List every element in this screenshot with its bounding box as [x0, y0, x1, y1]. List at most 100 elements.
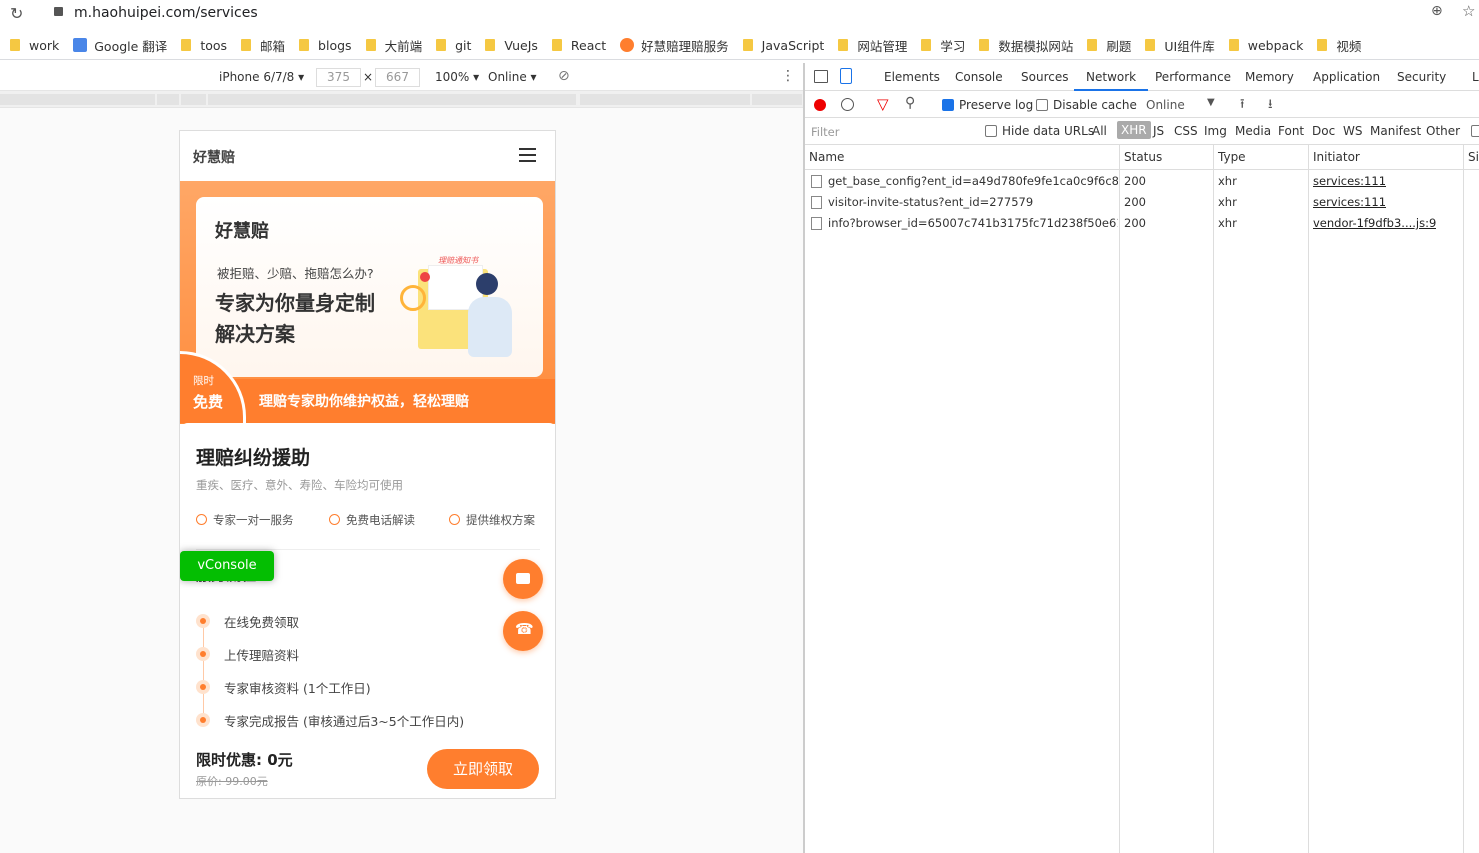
times-label: ×: [363, 70, 374, 84]
throttle-select[interactable]: Online ▾: [488, 70, 537, 84]
bookmark-item[interactable]: React: [551, 38, 606, 53]
height-input[interactable]: 667: [375, 68, 420, 87]
preserve-log-checkbox[interactable]: Preserve log: [942, 98, 1033, 112]
col-header-initiator[interactable]: Initiator: [1313, 145, 1360, 169]
step-dot: [196, 713, 210, 727]
bookmark-item[interactable]: 网站管理: [838, 36, 907, 55]
bookmark-item[interactable]: 好慧赔理赔服务: [620, 36, 729, 55]
type-filter-doc[interactable]: Doc: [1312, 124, 1335, 138]
type-filter-media[interactable]: Media: [1235, 124, 1271, 138]
checkbox-icon[interactable]: [1471, 125, 1479, 137]
folder-icon: [299, 39, 310, 51]
clear-icon[interactable]: [841, 98, 854, 111]
bookmark-item[interactable]: 学习: [921, 36, 965, 55]
table-row[interactable]: get_base_config?ent_id=a49d780fe9fe1ca0c…: [805, 171, 1479, 192]
tab-network[interactable]: Network: [1074, 63, 1149, 91]
tab-console[interactable]: Console: [955, 63, 1003, 91]
export-icon[interactable]: ⭳: [1268, 95, 1273, 117]
tab-elements[interactable]: Elements: [884, 63, 940, 91]
bookmark-item[interactable]: JavaScript: [742, 38, 824, 53]
search-icon[interactable]: ⚲: [905, 95, 915, 111]
inspect-icon[interactable]: [814, 70, 828, 83]
disable-cache-checkbox[interactable]: Disable cache: [1036, 98, 1137, 112]
type-filter-js[interactable]: JS: [1153, 124, 1164, 138]
bookmark-item[interactable]: Google 翻译: [73, 36, 167, 55]
star-icon[interactable]: ☆: [1462, 2, 1475, 20]
filter-icon[interactable]: ▽: [877, 95, 889, 113]
ruler-segment[interactable]: [208, 94, 576, 105]
table-row[interactable]: info?browser_id=65007c741b3175fc71d238f5…: [805, 213, 1479, 234]
vconsole-button[interactable]: vConsole: [180, 551, 274, 581]
throttle-dropdown[interactable]: Online: [1146, 98, 1185, 112]
col-header-type[interactable]: Type: [1218, 145, 1246, 169]
col-header-name[interactable]: Name: [809, 145, 844, 169]
type-filter-all[interactable]: All: [1092, 124, 1107, 138]
bookmark-item[interactable]: blogs: [299, 38, 352, 53]
process-step: 专家审核资料 (1个工作日): [196, 678, 371, 697]
bookmark-item[interactable]: 大前端: [365, 36, 422, 55]
filter-input[interactable]: Filter: [811, 125, 839, 139]
initiator-link[interactable]: services:111: [1313, 192, 1386, 213]
hide-data-urls-checkbox[interactable]: Hide data URLs: [985, 124, 1094, 138]
bookmark-item[interactable]: toos: [181, 38, 227, 53]
type-filter-font[interactable]: Font: [1278, 124, 1304, 138]
rotate-icon[interactable]: ⊘: [558, 68, 570, 84]
folder-icon: [838, 39, 849, 51]
bookmark-item[interactable]: work: [10, 38, 59, 53]
record-icon[interactable]: [814, 99, 826, 111]
type-filter-css[interactable]: CSS: [1174, 124, 1198, 138]
menu-icon[interactable]: [519, 148, 536, 162]
tab-sources[interactable]: Sources: [1021, 63, 1068, 91]
claim-button[interactable]: 立即领取: [427, 749, 539, 789]
chevron-down-icon[interactable]: ▼: [1207, 97, 1215, 108]
bookmark-item[interactable]: VueJs: [485, 38, 538, 53]
bookmark-item[interactable]: 刷题: [1087, 36, 1131, 55]
bookmark-item[interactable]: UI组件库: [1145, 36, 1215, 55]
bookmark-item[interactable]: 数据模拟网站: [979, 36, 1073, 55]
ruler-segment[interactable]: [580, 94, 750, 105]
tab-application[interactable]: Application: [1313, 63, 1380, 91]
free-label: 免费: [193, 393, 224, 411]
url-text[interactable]: m.haohuipei.com/services: [74, 5, 258, 21]
site-logo[interactable]: 好慧赔: [193, 147, 235, 167]
tab-memory[interactable]: Memory: [1245, 63, 1294, 91]
zoom-icon[interactable]: ⊕: [1431, 3, 1443, 19]
col-header-status[interactable]: Status: [1124, 145, 1162, 169]
device-select[interactable]: iPhone 6/7/8 ▾: [219, 70, 304, 84]
folder-icon: [181, 39, 192, 51]
bookmark-item[interactable]: 视频: [1317, 36, 1361, 55]
initiator-link[interactable]: vendor-1f9dfb3....js:9: [1313, 213, 1436, 234]
ruler-segment[interactable]: [181, 94, 206, 105]
type-filter-other[interactable]: Other: [1426, 124, 1460, 138]
ruler-segment[interactable]: [0, 94, 155, 105]
reload-icon[interactable]: ↻: [10, 4, 23, 23]
table-row[interactable]: visitor-invite-status?ent_id=277579 200 …: [805, 192, 1479, 213]
file-icon: [811, 175, 822, 188]
bookmark-item[interactable]: webpack: [1228, 38, 1303, 53]
bookmark-item[interactable]: 邮箱: [241, 36, 285, 55]
import-icon[interactable]: ⭱: [1240, 95, 1245, 117]
width-input[interactable]: 375: [316, 68, 361, 87]
initiator-link[interactable]: services:111: [1313, 171, 1386, 192]
type-filter-img[interactable]: Img: [1204, 124, 1227, 138]
tab-performance[interactable]: Performance: [1155, 63, 1231, 91]
address-bar: ↻ m.haohuipei.com/services ⊕ ☆: [0, 0, 1479, 27]
tab-more[interactable]: L: [1472, 63, 1479, 91]
hero-question: 被拒赔、少赔、拖赔怎么办?: [217, 266, 374, 281]
phone-button[interactable]: ☎: [503, 611, 543, 651]
chat-button[interactable]: [503, 559, 543, 599]
col-header-size[interactable]: Si: [1468, 145, 1479, 169]
timeline-line: [203, 619, 204, 719]
more-icon[interactable]: ⋮: [781, 68, 795, 84]
folder-icon: [1228, 39, 1239, 51]
zoom-select[interactable]: 100% ▾: [435, 70, 479, 84]
ruler-segment[interactable]: [157, 94, 179, 105]
type-filter-manifest[interactable]: Manifest: [1370, 124, 1421, 138]
device-mode-icon[interactable]: [840, 68, 852, 84]
type-filter-ws[interactable]: WS: [1343, 124, 1362, 138]
type-filter-xhr[interactable]: XHR: [1117, 121, 1151, 139]
tab-security[interactable]: Security: [1397, 63, 1446, 91]
devtools-tabs: Elements Console Sources Network Perform…: [805, 63, 1479, 91]
bookmark-item[interactable]: git: [436, 38, 471, 53]
ruler-segment[interactable]: [752, 94, 802, 105]
